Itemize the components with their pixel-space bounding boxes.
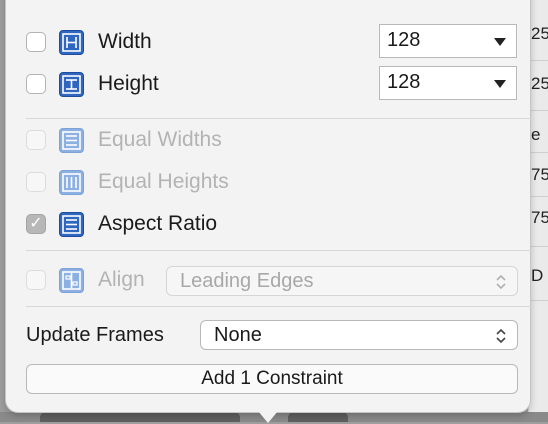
height-constraint-row: Height 128	[6, 66, 530, 102]
bg-divider	[529, 300, 548, 301]
width-label: Width	[98, 30, 152, 53]
chevron-down-icon[interactable]	[494, 38, 506, 46]
aspect-ratio-checkbox[interactable]: ✓	[26, 214, 46, 234]
height-value[interactable]: 128	[387, 71, 420, 94]
width-constraint-row: Width 128	[6, 24, 530, 60]
align-label: Align	[98, 268, 145, 291]
bg-tick: 75	[531, 208, 548, 227]
section-divider	[26, 118, 534, 119]
aspect-ratio-label: Aspect Ratio	[98, 212, 218, 235]
height-checkbox[interactable]	[26, 74, 46, 94]
align-icon	[59, 268, 84, 293]
equal-heights-label: Equal Heights	[98, 170, 229, 193]
bg-divider	[529, 110, 548, 111]
align-popup[interactable]: Leading Edges	[166, 266, 518, 296]
align-value[interactable]: Leading Edges	[180, 270, 313, 293]
height-label: Height	[98, 72, 159, 95]
section-divider	[26, 306, 534, 307]
align-row: Align Leading Edges	[6, 264, 530, 300]
equal-widths-label: Equal Widths	[98, 128, 222, 151]
equal-heights-icon	[59, 170, 84, 195]
bg-divider	[529, 60, 548, 61]
add-constraint-button[interactable]: Add 1 Constraint	[26, 364, 518, 394]
update-frames-value[interactable]: None	[214, 324, 262, 347]
equal-heights-row: Equal Heights	[6, 166, 530, 202]
align-checkbox[interactable]	[26, 270, 46, 290]
width-icon	[59, 30, 84, 55]
bg-divider	[529, 196, 548, 197]
editor-background-strip: 25 25 e 75 75 D	[528, 0, 548, 422]
aspect-ratio-row: ✓ Aspect Ratio	[6, 208, 530, 244]
height-value-combo[interactable]: 128	[379, 66, 517, 100]
update-frames-popup[interactable]: None	[200, 320, 518, 350]
stepper-icon[interactable]	[495, 327, 507, 345]
equal-heights-checkbox[interactable]	[26, 172, 46, 192]
bg-tick: D	[531, 266, 544, 285]
width-value[interactable]: 128	[387, 29, 420, 52]
stepper-icon[interactable]	[495, 273, 507, 291]
bg-divider	[529, 246, 548, 247]
width-value-combo[interactable]: 128	[379, 24, 517, 58]
equal-widths-checkbox[interactable]	[26, 130, 46, 150]
editor-bottom-tab	[288, 412, 348, 422]
bg-divider	[529, 152, 548, 153]
chevron-down-icon[interactable]	[494, 80, 506, 88]
bg-tick: 25	[531, 74, 548, 93]
equal-widths-row: Equal Widths	[6, 124, 530, 160]
bg-tick: 75	[531, 165, 548, 184]
aspect-ratio-icon	[59, 212, 84, 237]
editor-bottom-tab	[40, 412, 240, 422]
bg-tick: e	[531, 125, 541, 144]
add-constraints-popover: Width 128 Height 128 Equal Widths Equal …	[6, 0, 534, 412]
section-divider	[26, 250, 534, 251]
equal-widths-icon	[59, 128, 84, 153]
update-frames-label: Update Frames	[26, 324, 164, 346]
height-icon	[59, 72, 84, 97]
bg-tick: 25	[531, 24, 548, 43]
width-checkbox[interactable]	[26, 32, 46, 52]
